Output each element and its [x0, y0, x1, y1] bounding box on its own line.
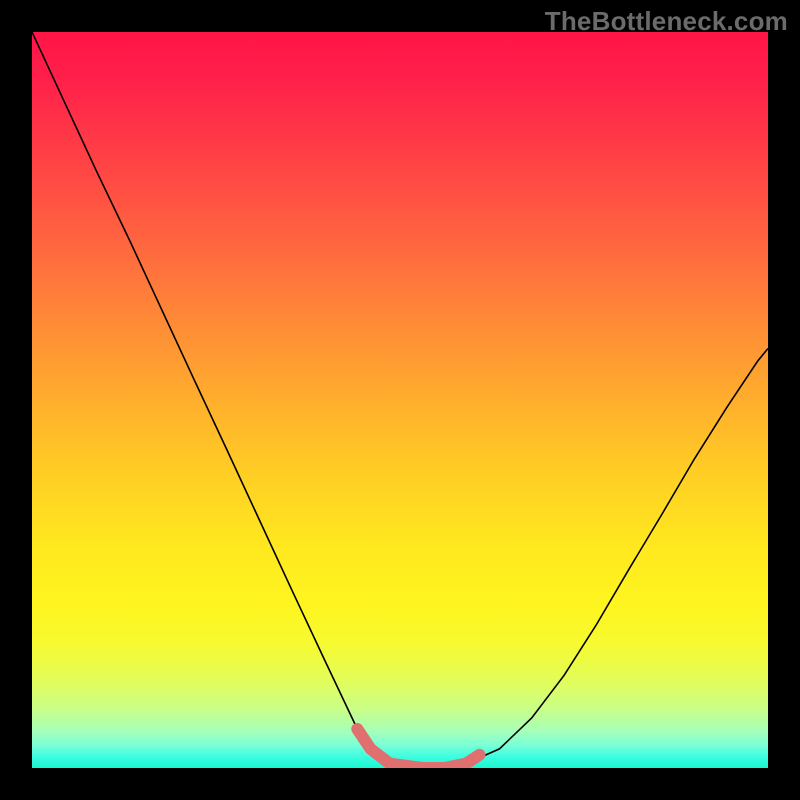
chart-frame: TheBottleneck.com — [0, 0, 800, 800]
accent-bottom — [357, 729, 479, 768]
plot-area — [32, 32, 768, 768]
watermark-text: TheBottleneck.com — [545, 6, 788, 37]
bottleneck-curve — [32, 32, 768, 768]
chart-svg — [32, 32, 768, 768]
